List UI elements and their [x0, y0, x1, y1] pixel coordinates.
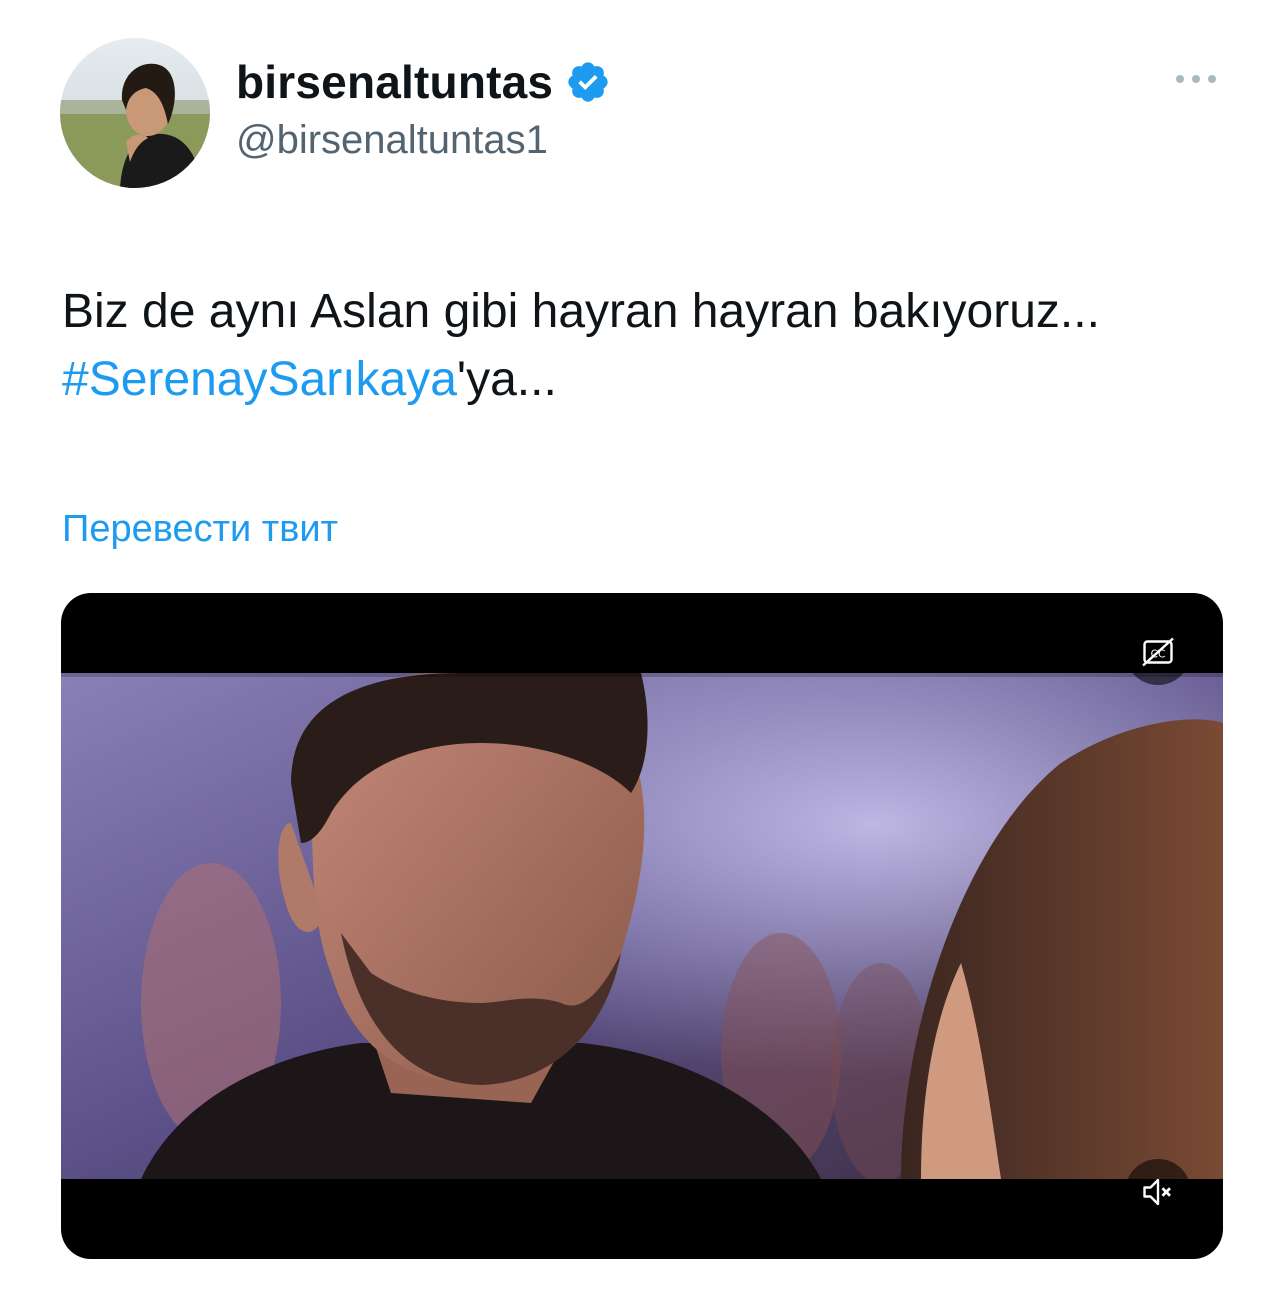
author-handle[interactable]: @birsenaltuntas1 [236, 118, 548, 163]
hashtag-link[interactable]: #SerenaySarıkaya [62, 353, 457, 406]
volume-muted-icon [1143, 1178, 1171, 1206]
translate-tweet-link[interactable]: Перевести твит [62, 508, 338, 551]
tweet-text-part2: 'ya... [456, 353, 557, 406]
author-display-name[interactable]: birsenaltuntas [236, 55, 553, 109]
tweet-text: Biz de aynı Aslan gibi hayran hayran bak… [62, 278, 1222, 414]
mute-button[interactable] [1125, 1159, 1191, 1225]
more-options-icon[interactable] [1168, 64, 1224, 94]
video-player[interactable]: CC [61, 593, 1223, 1259]
tweet-card: birsenaltuntas @birsenaltuntas1 Biz de a… [0, 0, 1284, 1298]
avatar-photo [60, 38, 210, 188]
author-avatar[interactable] [60, 38, 210, 188]
closed-captions-icon: CC [1142, 637, 1174, 667]
author-name-row: birsenaltuntas [236, 52, 611, 112]
tweet-text-part1: Biz de aynı Aslan gibi hayran hayran bak… [62, 285, 1100, 338]
video-frame [61, 673, 1223, 1179]
svg-text:CC: CC [1151, 648, 1166, 660]
closed-captions-button[interactable]: CC [1125, 619, 1191, 685]
verified-badge-icon [565, 59, 611, 105]
